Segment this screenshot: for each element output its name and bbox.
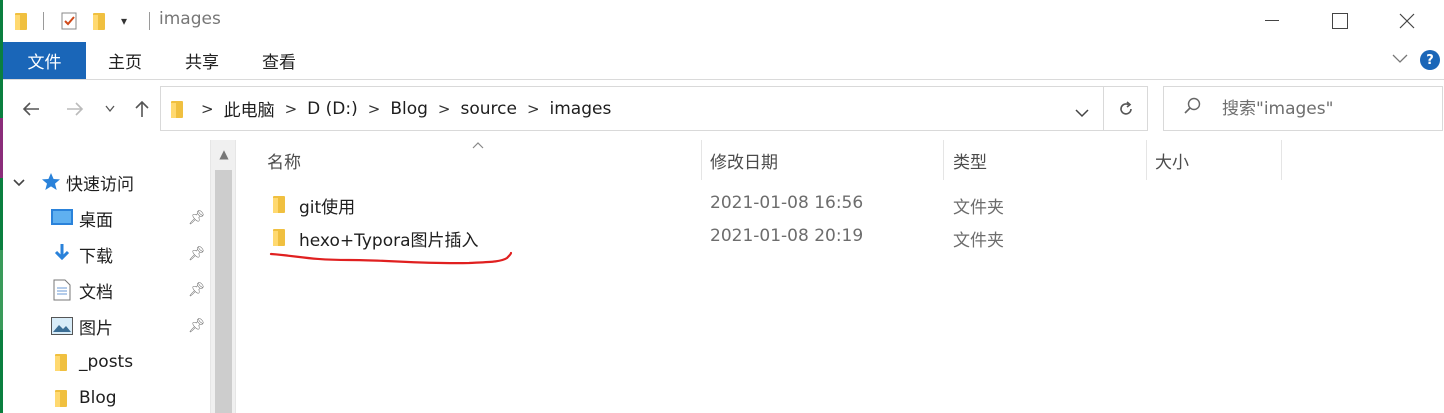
window-title: images xyxy=(159,9,221,29)
nav-item-label: Blog xyxy=(79,388,117,408)
search-icon xyxy=(1184,97,1202,120)
customize-toolbar-icon[interactable]: ▾ xyxy=(121,10,127,32)
close-icon[interactable] xyxy=(1370,0,1444,42)
chevron-right-icon[interactable]: > xyxy=(432,100,457,118)
column-divider[interactable] xyxy=(701,140,702,180)
pin-icon[interactable]: 📌︎ xyxy=(188,246,206,262)
file-name[interactable]: git使用 xyxy=(299,193,355,218)
separator xyxy=(149,12,150,30)
nav-item-downloads[interactable]: 下载 📌︎ xyxy=(3,236,210,272)
nav-item-posts[interactable]: _posts xyxy=(3,344,210,380)
new-folder-icon[interactable] xyxy=(91,10,107,32)
chevron-down-icon[interactable] xyxy=(13,172,25,192)
chevron-right-icon[interactable]: > xyxy=(362,100,387,118)
scroll-thumb[interactable] xyxy=(215,170,232,413)
nav-item-desktop[interactable]: 桌面 📌︎ xyxy=(3,200,210,236)
column-divider[interactable] xyxy=(1146,140,1147,180)
pictures-icon xyxy=(51,317,73,340)
separator xyxy=(43,12,44,30)
search-input[interactable] xyxy=(1222,98,1442,119)
breadcrumb-drive-d[interactable]: D (D:) xyxy=(303,99,362,119)
nav-item-documents[interactable]: 文档 📌︎ xyxy=(3,272,210,308)
folder-icon xyxy=(13,10,29,32)
help-icon[interactable]: ? xyxy=(1420,50,1440,70)
recent-locations-icon[interactable] xyxy=(103,97,117,121)
chevron-right-icon[interactable]: > xyxy=(521,100,546,118)
nav-item-pictures[interactable]: 图片 📌︎ xyxy=(3,308,210,344)
maximize-icon[interactable] xyxy=(1303,0,1377,42)
nav-item-label: 快速访问 xyxy=(66,174,134,195)
folder-icon xyxy=(53,352,69,372)
file-list: 名称 修改日期 类型 大小 git使用 2021-01-08 16:56 文件夹… xyxy=(237,140,1444,413)
nav-item-label: 图片 xyxy=(79,318,113,339)
nav-item-label: 下载 xyxy=(79,246,113,267)
refresh-icon[interactable] xyxy=(1104,86,1148,131)
nav-item-label: 文档 xyxy=(79,282,113,303)
pin-icon[interactable]: 📌︎ xyxy=(188,210,206,226)
column-header-size[interactable]: 大小 xyxy=(1155,140,1189,180)
chevron-down-icon[interactable] xyxy=(1075,103,1089,123)
forward-icon[interactable] xyxy=(63,97,87,121)
tab-share[interactable]: 共享 xyxy=(180,42,224,79)
ribbon: 文件 主页 共享 查看 ? xyxy=(3,42,1444,80)
properties-icon[interactable] xyxy=(59,10,79,32)
breadcrumb-this-pc[interactable]: 此电脑 xyxy=(220,96,279,121)
breadcrumb-source[interactable]: source xyxy=(456,99,520,119)
scroll-up-icon[interactable]: ▲ xyxy=(211,140,237,168)
star-icon xyxy=(41,172,61,197)
download-icon xyxy=(53,243,71,268)
breadcrumb-images[interactable]: images xyxy=(546,99,616,119)
file-row[interactable]: git使用 2021-01-08 16:56 文件夹 xyxy=(237,188,1444,220)
file-date: 2021-01-08 16:56 xyxy=(710,193,864,213)
search-box[interactable] xyxy=(1163,86,1443,131)
column-header-date[interactable]: 修改日期 xyxy=(710,140,778,180)
tab-file[interactable]: 文件 xyxy=(3,42,86,79)
red-underline-annotation xyxy=(269,251,513,265)
desktop-icon xyxy=(51,209,73,232)
navigation-pane: 快速访问 桌面 📌︎ 下载 📌︎ 文档 📌︎ 图片 📌︎ _posts Blog xyxy=(3,140,210,413)
column-divider[interactable] xyxy=(1281,140,1282,180)
file-type: 文件夹 xyxy=(953,231,1004,251)
folder-icon xyxy=(53,388,69,408)
file-type: 文件夹 xyxy=(953,198,1004,218)
breadcrumb-blog[interactable]: Blog xyxy=(386,99,432,119)
address-bar[interactable]: > 此电脑 > D (D:) > Blog > source > images xyxy=(160,86,1104,131)
column-header-name[interactable]: 名称 xyxy=(267,140,301,180)
nav-item-blog[interactable]: Blog xyxy=(3,380,210,413)
chevron-right-icon[interactable]: > xyxy=(195,100,220,118)
column-divider[interactable] xyxy=(943,140,944,180)
pin-icon[interactable]: 📌︎ xyxy=(188,318,206,334)
folder-icon xyxy=(169,99,185,119)
up-icon[interactable] xyxy=(131,97,153,121)
nav-pane-scrollbar[interactable]: ▲ xyxy=(210,140,236,413)
title-bar: ▾ images xyxy=(3,0,1444,42)
nav-item-label: _posts xyxy=(79,352,134,372)
back-icon[interactable] xyxy=(19,97,43,121)
navigation-bar: > 此电脑 > D (D:) > Blog > source > images xyxy=(3,81,1444,139)
tab-view[interactable]: 查看 xyxy=(257,42,301,79)
nav-item-label: 桌面 xyxy=(79,210,113,231)
pin-icon[interactable]: 📌︎ xyxy=(188,282,206,298)
minimize-icon[interactable] xyxy=(1235,0,1309,42)
nav-item-quick-access[interactable]: 快速访问 xyxy=(3,164,210,200)
column-header-type[interactable]: 类型 xyxy=(953,140,987,180)
folder-icon xyxy=(271,194,287,214)
document-icon xyxy=(53,279,71,306)
expand-ribbon-icon[interactable] xyxy=(1392,52,1408,68)
chevron-right-icon[interactable]: > xyxy=(279,100,304,118)
tab-home[interactable]: 主页 xyxy=(103,42,147,79)
folder-icon xyxy=(271,227,287,247)
sort-ascending-icon xyxy=(472,138,484,152)
file-date: 2021-01-08 20:19 xyxy=(710,226,864,246)
